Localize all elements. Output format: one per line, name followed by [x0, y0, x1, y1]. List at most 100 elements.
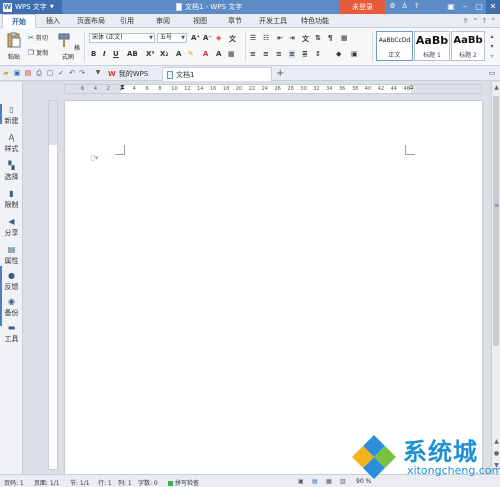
style-heading-1[interactable]: AaBb 标题 1 [414, 31, 450, 61]
horizontal-ruler[interactable]: 6 4 2 2 4 6 8 10 12 14 16 18 20 22 24 26 28 30 32 34 36 38 40 4… [64, 83, 482, 94]
sidebar-item-select[interactable]: ▚ 选择 [0, 162, 23, 182]
tab-my-wps[interactable]: W 我的WPS [104, 67, 160, 81]
sidebar-item-share[interactable]: ◀ 分享 [0, 218, 23, 238]
tab-special[interactable]: 特色功能 [296, 14, 334, 28]
status-column[interactable]: 列: 1 [118, 478, 132, 487]
help-icon[interactable]: ? [412, 2, 421, 11]
indent-marker-icon[interactable]: ⧗ [120, 83, 125, 92]
new-tab-icon[interactable]: + [276, 68, 284, 79]
tab-references[interactable]: 引用 [112, 14, 142, 28]
phonetic-icon[interactable]: 文 [229, 34, 236, 44]
status-word-count[interactable]: 字数: 0 [138, 478, 158, 487]
status-section[interactable]: 节: 1/1 [70, 478, 90, 487]
tab-document1[interactable]: 文档1 [162, 67, 272, 81]
align-center-icon[interactable]: ≡ [263, 50, 269, 58]
superscript-icon[interactable]: X² [146, 50, 154, 58]
tab-page-layout[interactable]: 页面布局 [72, 14, 110, 28]
share-icon[interactable]: ⇪ [463, 17, 469, 25]
export-pdf-icon[interactable]: ▤ [24, 69, 32, 77]
text-effect-icon[interactable]: A [176, 50, 181, 58]
document-page[interactable]: ▯▾ [65, 101, 482, 475]
print-preview-icon[interactable]: ▢ [46, 69, 54, 77]
sidebar-item-tools[interactable]: ▬ 工具 [0, 324, 23, 344]
tab-developer[interactable]: 开发工具 [254, 14, 292, 28]
redo-icon[interactable]: ↷ [78, 69, 86, 77]
strikethrough-icon[interactable]: AB [127, 50, 138, 58]
sidebar-item-feedback[interactable]: ● 反馈 [0, 272, 23, 292]
sidebar-item-properties[interactable]: ▤ 属性 [0, 246, 23, 266]
save-icon[interactable]: ▣ [13, 69, 21, 77]
cut-button[interactable]: ✂ 剪切 [28, 33, 48, 43]
status-spellcheck[interactable]: 拼写检查 [168, 478, 199, 487]
char-border-icon[interactable]: A [216, 50, 221, 58]
grow-font-icon[interactable]: A⁺ [191, 34, 200, 42]
status-row[interactable]: 行: 1 [98, 478, 112, 487]
view-page-icon[interactable]: ▣ [298, 478, 304, 485]
vertical-ruler[interactable] [48, 100, 58, 470]
print-icon[interactable]: ⎙ [35, 69, 43, 77]
styles-scroll[interactable]: ▴ ▾ ▿ [487, 32, 497, 62]
chevron-down-icon[interactable]: ▼ [94, 69, 102, 77]
maximize-button[interactable]: ▢ [472, 0, 486, 14]
sidebar-item-new[interactable]: ▯ 新建 [0, 106, 23, 126]
align-right-icon[interactable]: ≡ [276, 50, 282, 58]
spell-icon[interactable]: ✓ [57, 69, 65, 77]
scroll-thumb[interactable] [493, 96, 499, 346]
font-color-icon[interactable]: A [203, 50, 208, 58]
bullets-icon[interactable]: ☰ [250, 34, 256, 42]
status-page[interactable]: 页面: 1/1 [34, 478, 60, 487]
shading-icon[interactable]: ◆ [336, 50, 341, 58]
decrease-indent-icon[interactable]: ⇤ [277, 34, 283, 42]
shrink-font-icon[interactable]: A⁻ [203, 34, 212, 42]
shirt-icon[interactable]: ♙ [400, 2, 409, 11]
app-menu-button[interactable]: W WPS 文字 ▼ [0, 0, 62, 14]
format-painter-button[interactable]: 格式刷 [56, 32, 80, 61]
italic-icon[interactable]: I [103, 50, 106, 58]
vertical-scrollbar[interactable]: ▲ ≡ ▲ ● ▼ [491, 82, 500, 474]
settings-icon[interactable]: ⚙ [388, 2, 397, 11]
paragraph-handle-icon[interactable]: ▯▾ [91, 154, 98, 162]
restore-icon[interactable]: ▣ [444, 0, 458, 14]
show-marks-icon[interactable]: ¶ [328, 34, 332, 42]
sidebar-item-backup[interactable]: ◉ 备份 [0, 298, 23, 318]
line-spacing-icon[interactable]: ↕ [315, 50, 321, 58]
login-button[interactable]: 未登录 [340, 0, 385, 14]
justify-icon[interactable]: ≡ [289, 50, 295, 58]
close-button[interactable]: ✕ [486, 0, 500, 14]
status-page-number[interactable]: 页码: 1 [4, 478, 24, 487]
underline-icon[interactable]: U [113, 50, 119, 58]
sort-icon[interactable]: ⇅ [315, 34, 321, 42]
sidebar-item-style[interactable]: Ą 样式 [0, 134, 23, 154]
pin-icon[interactable]: ⌃ [473, 17, 479, 25]
view-web-icon[interactable]: ▦ [326, 478, 332, 485]
scroll-up-icon[interactable]: ▲ [492, 84, 500, 91]
font-family-select[interactable]: 宋体 (正文) ▼ [89, 33, 155, 43]
collapse-icon[interactable]: ⌃ [490, 17, 496, 25]
sidebar-item-restrict[interactable]: ▮ 限制 [0, 190, 23, 210]
undo-icon[interactable]: ↶ [68, 69, 76, 77]
subscript-icon[interactable]: X₂ [160, 50, 168, 58]
style-normal[interactable]: AaBbCcDd 正文 [376, 31, 413, 61]
highlight-icon[interactable]: ✎ [188, 50, 194, 58]
tab-insert[interactable]: 插入 [38, 14, 68, 28]
borders-icon[interactable]: ▣ [351, 50, 358, 58]
tab-list-icon[interactable]: ▭ [488, 69, 496, 77]
help-icon[interactable]: ? [482, 17, 486, 25]
copy-button[interactable]: ❐ 复制 [28, 48, 48, 58]
style-heading-2[interactable]: AaBb 标题 2 [451, 31, 485, 61]
distribute-icon[interactable]: ≣ [302, 50, 308, 58]
view-print-icon[interactable]: ▤ [312, 478, 318, 485]
minimize-button[interactable]: – [458, 0, 472, 14]
font-size-select[interactable]: 五号 ▼ [157, 33, 187, 43]
tab-view[interactable]: 视图 [185, 14, 215, 28]
clear-format-icon[interactable]: ◈ [216, 34, 221, 42]
open-icon[interactable]: ▰ [2, 69, 10, 77]
tab-chapter[interactable]: 章节 [220, 14, 250, 28]
align-left-icon[interactable]: ≡ [250, 50, 256, 58]
table-icon[interactable]: ▦ [341, 34, 348, 42]
char-shading-icon[interactable]: ▦ [228, 50, 235, 58]
increase-indent-icon[interactable]: ⇥ [289, 34, 295, 42]
right-indent-marker-icon[interactable]: ⌂ [409, 83, 413, 91]
paste-button[interactable]: 粘贴 [3, 32, 25, 61]
bold-icon[interactable]: B [91, 50, 96, 58]
